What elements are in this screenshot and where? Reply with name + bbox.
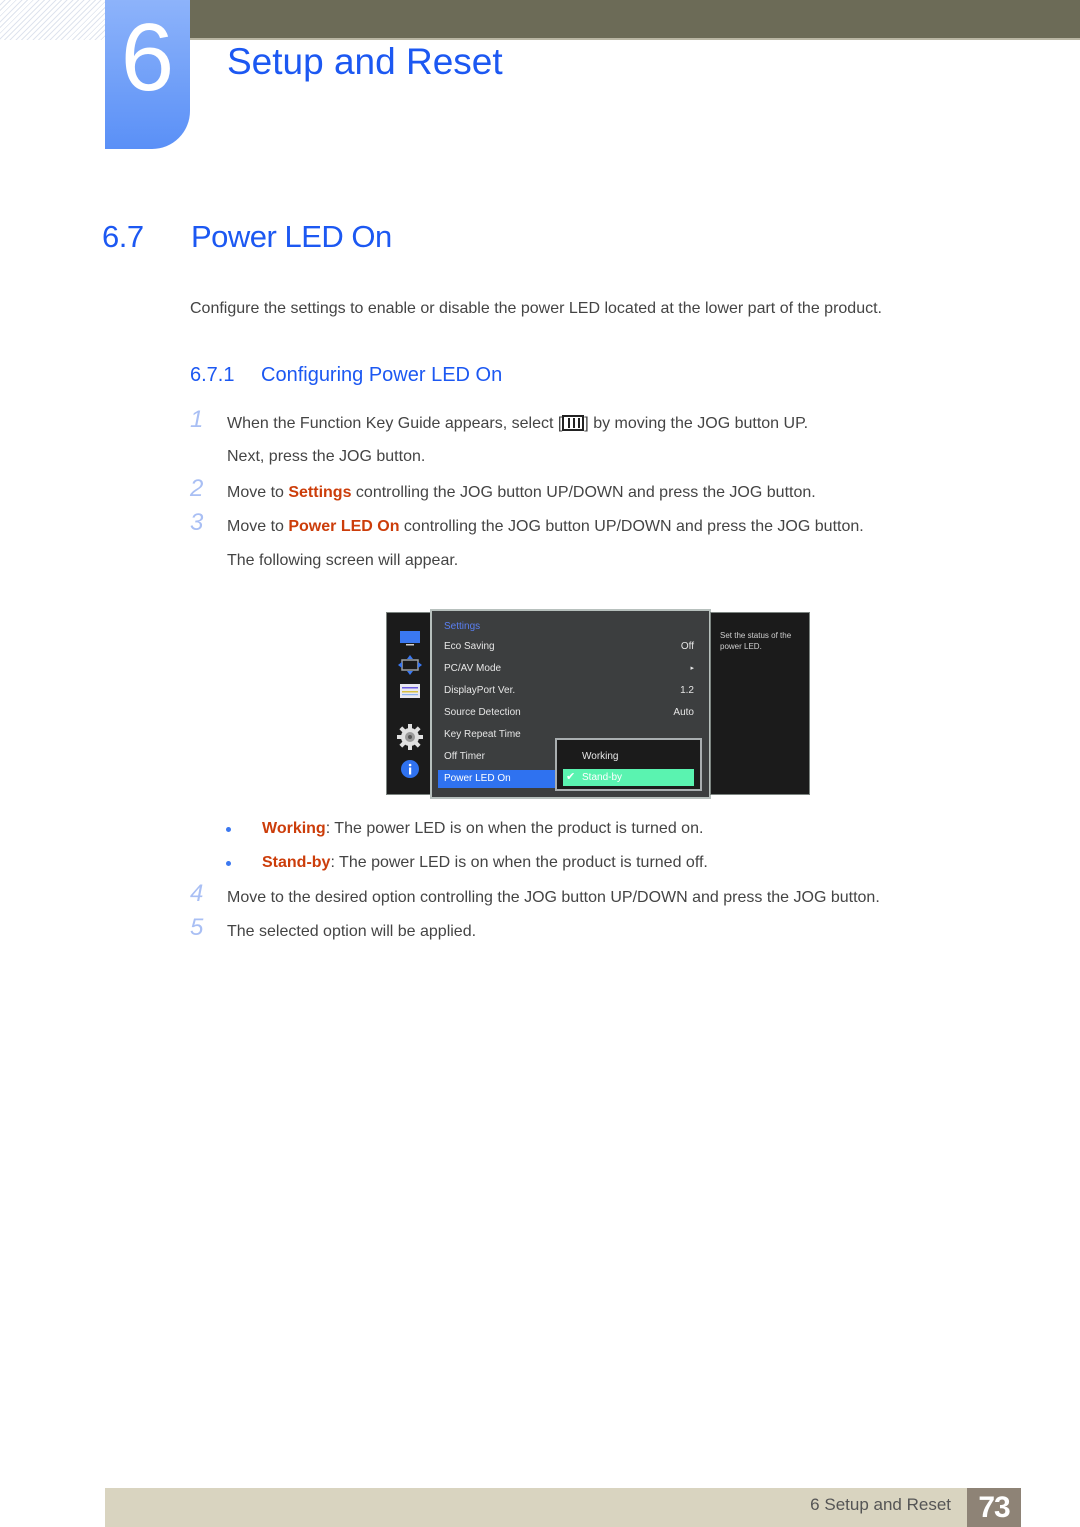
osd-item-label: Eco Saving: [444, 641, 495, 652]
step-number: 4: [190, 880, 204, 907]
step-text-part: Move to: [227, 518, 289, 535]
osd-menu-title: Settings: [444, 621, 481, 632]
bullet-dot: [226, 827, 231, 832]
intro-paragraph: Configure the settings to enable or disa…: [190, 300, 882, 317]
step-number: 2: [190, 475, 204, 502]
osd-help-panel: Set the status of the power LED.: [710, 612, 810, 795]
page-footer: 6 Setup and Reset: [105, 1488, 1021, 1527]
step-text-part: controlling the JOG button UP/DOWN and p…: [351, 484, 816, 501]
chapter-title: Setup and Reset: [227, 41, 503, 82]
step-text: Next, press the JOG button.: [227, 448, 426, 465]
osd-item-source-detection[interactable]: Source Detection Auto: [438, 704, 700, 722]
picture-icon: [387, 631, 433, 647]
osd-option-working[interactable]: Working: [563, 748, 694, 765]
step-text: The selected option will be applied.: [227, 923, 477, 940]
step-text-part: controlling the JOG button UP/DOWN and p…: [399, 518, 864, 535]
chapter-number: 6: [120, 4, 175, 111]
osd-item-label: Source Detection: [444, 707, 521, 718]
pip-icon: [387, 684, 433, 698]
bullet-text: Working: The power LED is on when the pr…: [262, 818, 703, 840]
header-bar: [190, 0, 1080, 40]
submenu-arrow-icon: ▸: [690, 665, 694, 672]
step-text-part: Move to: [227, 484, 289, 501]
step-number: 1: [190, 406, 204, 433]
bullet-dot: [226, 861, 231, 866]
header-hatch-pattern: [0, 0, 105, 40]
section-name: Power LED On: [191, 219, 392, 254]
footer-chapter-label: 6 Setup and Reset: [810, 1495, 951, 1514]
osd-option-label: Stand-by: [582, 772, 623, 783]
step-text-part: When the Function Key Guide appears, sel…: [227, 415, 563, 432]
screen-size-icon: [387, 655, 433, 675]
highlight-power-led-on: Power LED On: [288, 518, 400, 535]
osd-item-value: Off: [680, 641, 694, 652]
settings-gear-icon: [387, 724, 433, 750]
osd-item-eco-saving[interactable]: Eco Saving Off: [438, 638, 700, 656]
osd-item-label: Off Timer: [444, 751, 485, 762]
term-working: Working: [262, 820, 326, 837]
bullet-desc: : The power LED is on when the product i…: [330, 854, 708, 871]
step-text: The following screen will appear.: [227, 552, 459, 569]
osd-item-label: Key Repeat Time: [444, 729, 521, 740]
osd-side-menu: [386, 612, 432, 795]
step-text: Move to Power LED On controlling the JOG…: [227, 516, 864, 538]
osd-option-label: Working: [582, 751, 619, 762]
chapter-tab: 6: [105, 0, 190, 149]
subsection-name: Configuring Power LED On: [261, 364, 503, 386]
osd-item-value: Auto: [673, 707, 694, 718]
osd-option-stand-by[interactable]: ✔ Stand-by: [563, 769, 694, 786]
step-text: Move to the desired option controlling t…: [227, 889, 880, 906]
bullet-desc: : The power LED is on when the product i…: [325, 820, 704, 837]
subsection-number: 6.7.1: [190, 364, 235, 386]
step-text-part: ] by moving the JOG button UP.: [584, 415, 809, 432]
highlight-settings: Settings: [288, 484, 352, 501]
step-number: 5: [190, 914, 204, 941]
osd-power-led-options: Working ✔ Stand-by: [555, 738, 702, 791]
section-title: 6.7 Power LED On: [102, 218, 392, 256]
osd-item-power-led-on[interactable]: Power LED On: [438, 770, 556, 788]
section-number: 6.7: [102, 219, 144, 254]
menu-key-icon: [562, 415, 585, 431]
subsection-title: 6.7.1 Configuring Power LED On: [190, 362, 502, 388]
info-icon: [387, 760, 433, 778]
page-number: 73: [967, 1488, 1021, 1527]
osd-item-value: 1.2: [680, 685, 694, 696]
osd-item-displayport-ver[interactable]: DisplayPort Ver. 1.2: [438, 682, 700, 700]
osd-item-pc-av-mode[interactable]: PC/AV Mode ▸: [438, 660, 700, 678]
osd-help-text: Set the status of the power LED.: [720, 631, 792, 651]
step-text: Move to Settings controlling the JOG but…: [227, 482, 816, 504]
term-stand-by: Stand-by: [262, 854, 331, 871]
step-text: When the Function Key Guide appears, sel…: [227, 413, 808, 435]
checkmark-icon: ✔: [566, 771, 576, 783]
osd-item-label: DisplayPort Ver.: [444, 685, 516, 696]
bullet-text: Stand-by: The power LED is on when the p…: [262, 852, 708, 874]
osd-item-label: PC/AV Mode: [444, 663, 502, 674]
step-number: 3: [190, 509, 204, 536]
osd-item-label: Power LED On: [444, 773, 511, 784]
